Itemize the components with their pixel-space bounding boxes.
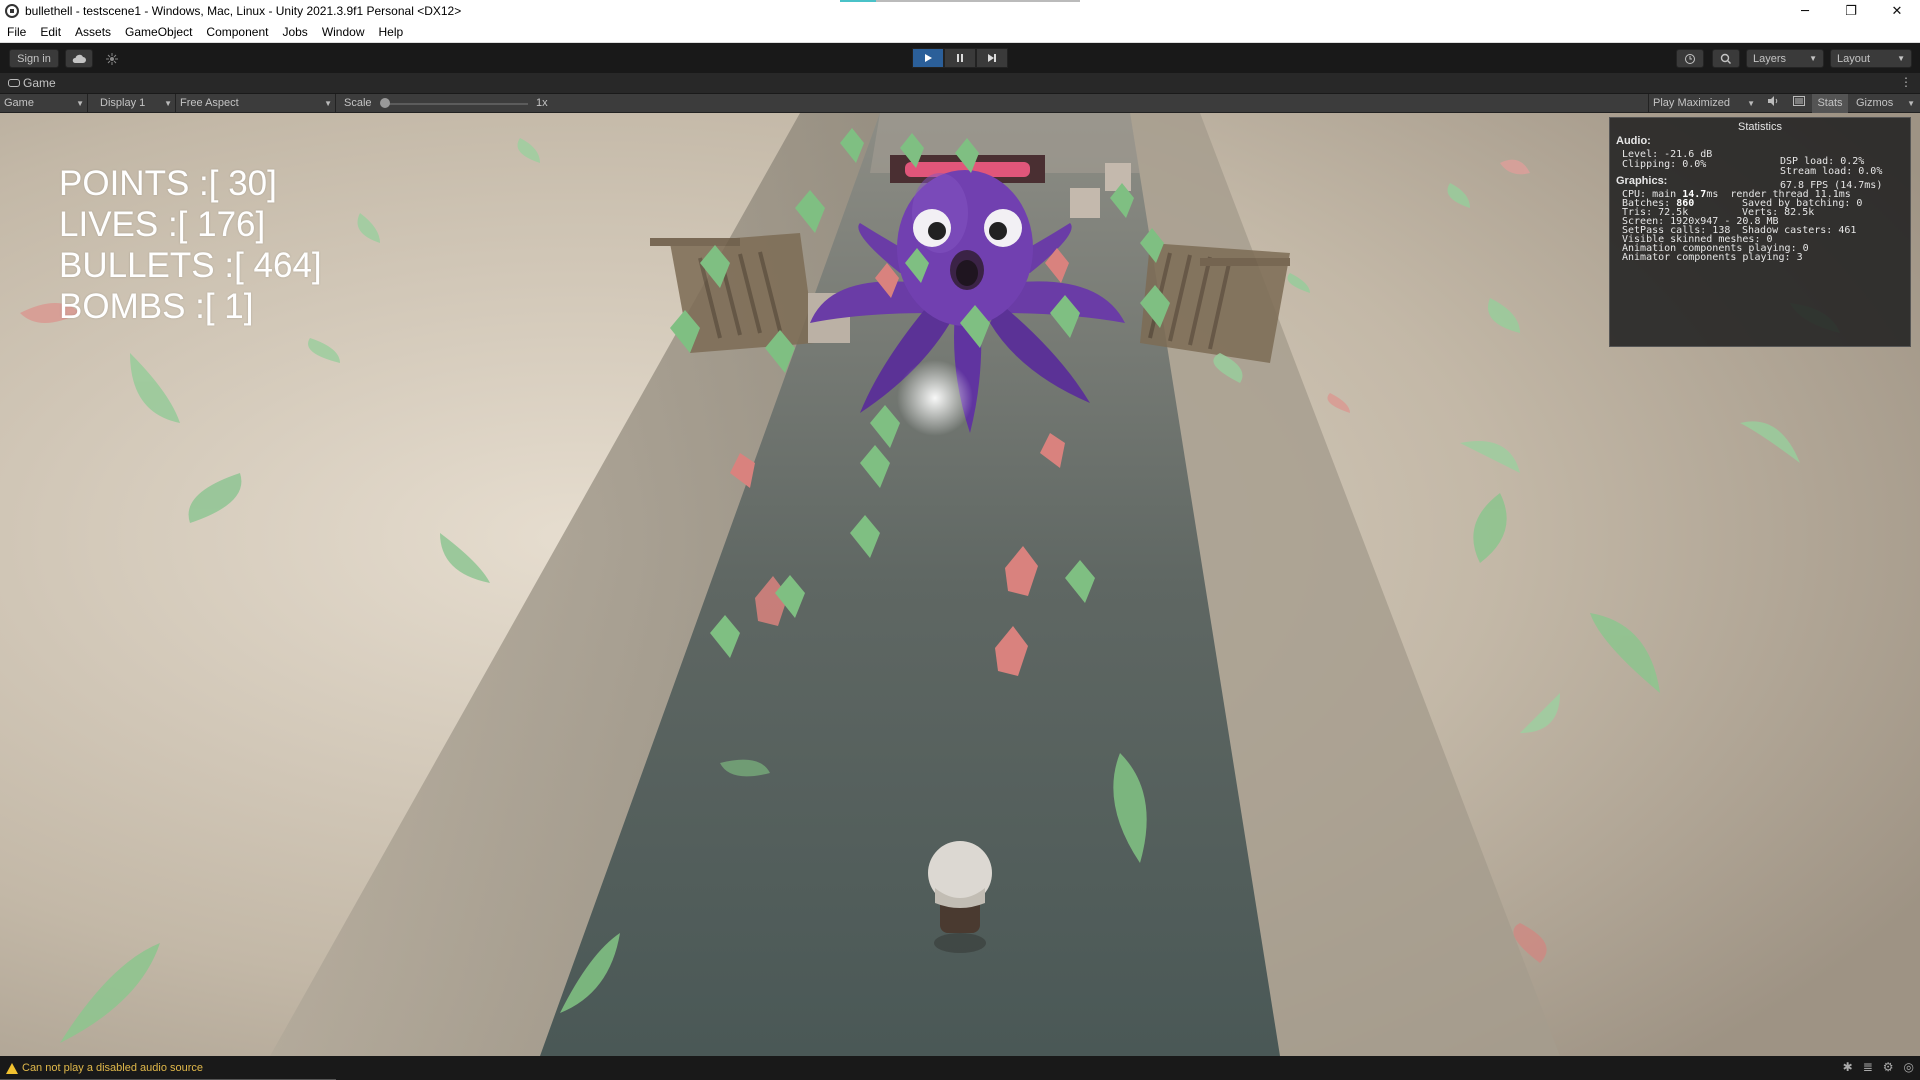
console-message[interactable]: Can not play a disabled audio source: [22, 1062, 203, 1074]
step-icon: [988, 54, 996, 62]
more-options-icon[interactable]: ⋮: [1900, 75, 1912, 89]
chevron-down-icon: ▼: [1747, 99, 1755, 108]
display-label: Display 1: [100, 97, 146, 109]
layout-label: Layout: [1837, 52, 1871, 65]
animator-components-readout: Animator components playing: 3: [1622, 252, 1803, 263]
audio-mute-icon[interactable]: [1762, 94, 1784, 113]
game-view-toolbar: Game ▼ Display 1 ▼ Free Aspect ▼ Scale 1x P…: [0, 94, 1920, 113]
cloud-icon[interactable]: [65, 49, 93, 68]
chevron-down-icon: ▼: [1809, 54, 1817, 63]
chevron-down-icon: ▼: [1897, 54, 1905, 63]
view-mode-dropdown[interactable]: Game ▼: [0, 94, 88, 113]
play-mode-label: Play Maximized: [1653, 97, 1731, 109]
audio-stream-load: Stream load: 0.0%: [1780, 166, 1883, 177]
gizmos-dropdown[interactable]: Gizmos ▼: [1852, 94, 1918, 113]
collab-icon[interactable]: [100, 49, 124, 68]
menu-help[interactable]: Help: [372, 22, 411, 43]
statistics-panel: Statistics Audio: Level: -21.6 dB Clippi…: [1609, 117, 1911, 347]
hud-panel: POINTS :[ 30] LIVES :[ 176] BULLETS :[ 4…: [59, 163, 322, 327]
bullets-counter: BULLETS :[ 464]: [59, 246, 322, 285]
keyboard-icon[interactable]: [1788, 94, 1810, 113]
menu-jobs[interactable]: Jobs: [275, 22, 314, 43]
menu-edit[interactable]: Edit: [33, 22, 68, 43]
menu-bar: File Edit Assets GameObject Component Jo…: [0, 22, 1920, 43]
chevron-down-icon: ▼: [324, 99, 332, 108]
chevron-down-icon: ▼: [1907, 99, 1915, 108]
bombs-counter: BOMBS :[ 1]: [59, 287, 254, 326]
lives-counter: LIVES :[ 176]: [59, 205, 266, 244]
bug-icon[interactable]: ✱: [1843, 1060, 1853, 1074]
display-dropdown[interactable]: Display 1 ▼: [96, 94, 176, 113]
history-icon[interactable]: [1676, 49, 1704, 68]
scale-label: Scale: [344, 97, 372, 109]
main-toolbar: Sign in Layers ▼ Layout ▼: [0, 43, 1920, 73]
play-icon: [925, 54, 932, 62]
unity-logo-icon: [5, 4, 19, 18]
chevron-down-icon: ▼: [76, 99, 84, 108]
game-viewport[interactable]: POINTS :[ 30] LIVES :[ 176] BULLETS :[ 4…: [0, 113, 1920, 1056]
step-button[interactable]: [976, 48, 1008, 68]
title-progress-bar: [840, 0, 1080, 2]
playback-controls: [912, 48, 1008, 68]
play-button[interactable]: [912, 48, 944, 68]
layers-dropdown[interactable]: Layers ▼: [1746, 49, 1824, 68]
scale-slider-track[interactable]: [382, 103, 528, 105]
play-mode-dropdown[interactable]: Play Maximized ▼: [1648, 94, 1758, 113]
chevron-down-icon: ▼: [164, 99, 172, 108]
gizmos-label: Gizmos: [1856, 97, 1894, 109]
scale-value: 1x: [536, 97, 548, 109]
tab-game[interactable]: Game: [23, 76, 56, 90]
menu-assets[interactable]: Assets: [68, 22, 118, 43]
minimize-button[interactable]: ─: [1782, 0, 1828, 22]
menu-gameobject[interactable]: GameObject: [118, 22, 199, 43]
status-bar: Can not play a disabled audio source ✱ ≣…: [0, 1056, 1920, 1080]
window-title: bullethell - testscene1 - Windows, Mac, …: [25, 4, 462, 18]
points-counter: POINTS :[ 30]: [59, 164, 277, 203]
audio-header: Audio:: [1616, 135, 1651, 147]
scale-slider-handle[interactable]: [380, 98, 390, 108]
close-button[interactable]: ✕: [1874, 0, 1920, 22]
menu-component[interactable]: Component: [199, 22, 275, 43]
layers-label: Layers: [1753, 52, 1787, 65]
menu-window[interactable]: Window: [315, 22, 372, 43]
window-controls: ─ ❐ ✕: [1782, 0, 1920, 22]
stats-toggle-button[interactable]: Stats: [1812, 94, 1848, 113]
pause-button[interactable]: [944, 48, 976, 68]
restore-button[interactable]: ❐: [1828, 0, 1874, 22]
audio-clipping: Clipping: 0.0%: [1622, 159, 1707, 170]
layout-dropdown[interactable]: Layout ▼: [1830, 49, 1912, 68]
aspect-dropdown[interactable]: Free Aspect ▼: [176, 94, 336, 113]
menu-file[interactable]: File: [0, 22, 33, 43]
crate: [1070, 188, 1100, 218]
graphics-header: Graphics:: [1616, 175, 1668, 187]
crate: [1105, 163, 1131, 191]
search-icon[interactable]: [1712, 49, 1740, 68]
warning-icon: [6, 1062, 18, 1074]
aspect-label: Free Aspect: [180, 97, 239, 109]
pause-icon: [957, 54, 963, 62]
check-icon[interactable]: ◎: [1904, 1060, 1914, 1074]
status-icons: ✱ ≣ ⚙ ◎: [1843, 1060, 1914, 1074]
sign-in-button[interactable]: Sign in: [9, 49, 59, 68]
gamepad-icon: [8, 79, 20, 87]
title-progress-fill: [840, 0, 876, 2]
statistics-title: Statistics: [1737, 121, 1782, 133]
settings-icon[interactable]: ⚙: [1883, 1060, 1894, 1074]
stack-icon[interactable]: ≣: [1863, 1060, 1873, 1074]
title-bar: bullethell - testscene1 - Windows, Mac, …: [0, 0, 1920, 22]
game-tab-header: Game ⋮: [0, 73, 1920, 94]
bullet-glow: [897, 360, 973, 436]
view-mode-label: Game: [4, 97, 34, 109]
